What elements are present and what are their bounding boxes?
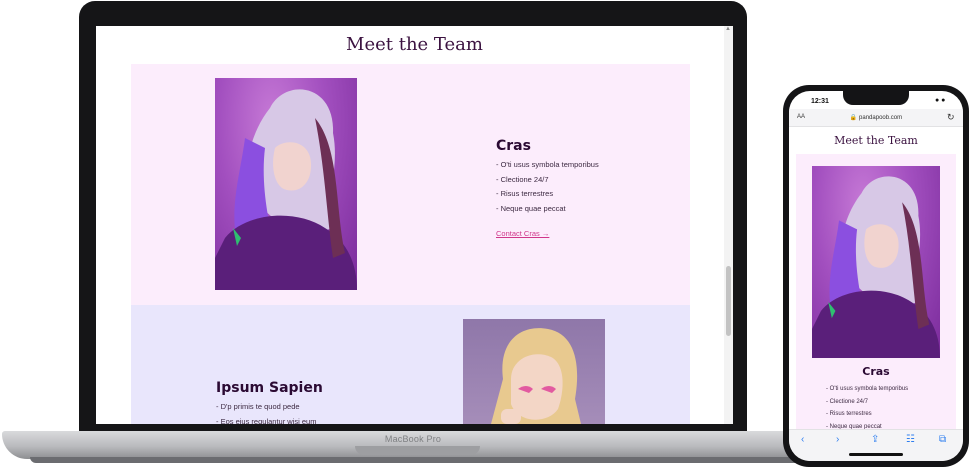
back-icon[interactable]: ‹ xyxy=(801,434,804,445)
page-title: Meet the Team xyxy=(346,34,483,55)
list-item: - Clectione 24/7 xyxy=(826,398,869,405)
laptop-model-label: MacBook Pro xyxy=(384,434,442,444)
member-name-cras: Cras xyxy=(862,365,890,378)
scrollbar-track[interactable] xyxy=(724,26,733,424)
laptop-base-shadow xyxy=(30,457,806,463)
list-item: - Risus terrestres xyxy=(826,411,872,417)
member-photo-cras xyxy=(812,166,940,358)
list-item: - Clectione 24/7 xyxy=(496,174,549,184)
bookmarks-icon[interactable]: ☷ xyxy=(906,434,915,445)
list-item: - O'ti usus symbola temporibus xyxy=(826,386,909,392)
team-member-section-cras: Cras - O'ti usus symbola temporibus - Cl… xyxy=(796,154,956,434)
team-member-section-ipsum-sapien xyxy=(131,305,690,424)
reload-icon[interactable]: ↻ xyxy=(947,112,955,123)
browser-toolbar: ‹ › ⇪ ☷ ⧉ xyxy=(789,429,963,461)
member-details-list-cras: - O'ti usus symbola temporibus - Clectio… xyxy=(826,383,908,433)
scroll-up-arrow-icon[interactable]: ▲ xyxy=(725,26,731,32)
member-photo-ipsum-sapien xyxy=(463,319,605,424)
member-details-list-ipsum-sapien: - D'p primis te quod pede - Eos eius reg… xyxy=(216,400,316,424)
member-name-cras: Cras xyxy=(496,138,531,154)
list-item: - Risus terrestres xyxy=(496,189,554,198)
tabs-icon[interactable]: ⧉ xyxy=(939,434,946,445)
list-item: - Neque quae peccat xyxy=(496,203,566,213)
phone-screen: 12:31 ● ● AA 🔒 pandapoob.com ↻ Meet the … xyxy=(789,91,963,461)
member-details-list-cras: - O'ti usus symbola temporibus - Clectio… xyxy=(496,158,599,216)
status-icons: ● ● xyxy=(935,97,946,104)
member-photo-cras xyxy=(215,78,357,290)
contact-cras-link[interactable]: Contact Cras → xyxy=(496,229,549,238)
list-item: - Eos eius regulantur wisi eum xyxy=(216,416,317,425)
laptop-opening-notch xyxy=(355,446,480,455)
status-time: 12:31 xyxy=(811,98,829,105)
url-text[interactable]: 🔒 pandapoob.com xyxy=(789,114,963,121)
share-icon[interactable]: ⇪ xyxy=(871,434,879,445)
address-bar[interactable]: AA 🔒 pandapoob.com ↻ xyxy=(789,109,963,127)
member-name-ipsum-sapien: Ipsum Sapien xyxy=(216,380,323,396)
list-item: - O'ti usus symbola temporibus xyxy=(496,160,599,169)
page-title: Meet the Team xyxy=(834,134,918,147)
forward-icon[interactable]: › xyxy=(836,434,839,445)
phone-notch xyxy=(843,91,909,105)
home-indicator[interactable] xyxy=(849,453,903,456)
laptop-screen: Meet the Team Cras - O'ti usus symbola t… xyxy=(96,26,733,424)
scrollbar-thumb[interactable] xyxy=(726,266,731,336)
list-item: - D'p primis te quod pede xyxy=(216,402,300,411)
